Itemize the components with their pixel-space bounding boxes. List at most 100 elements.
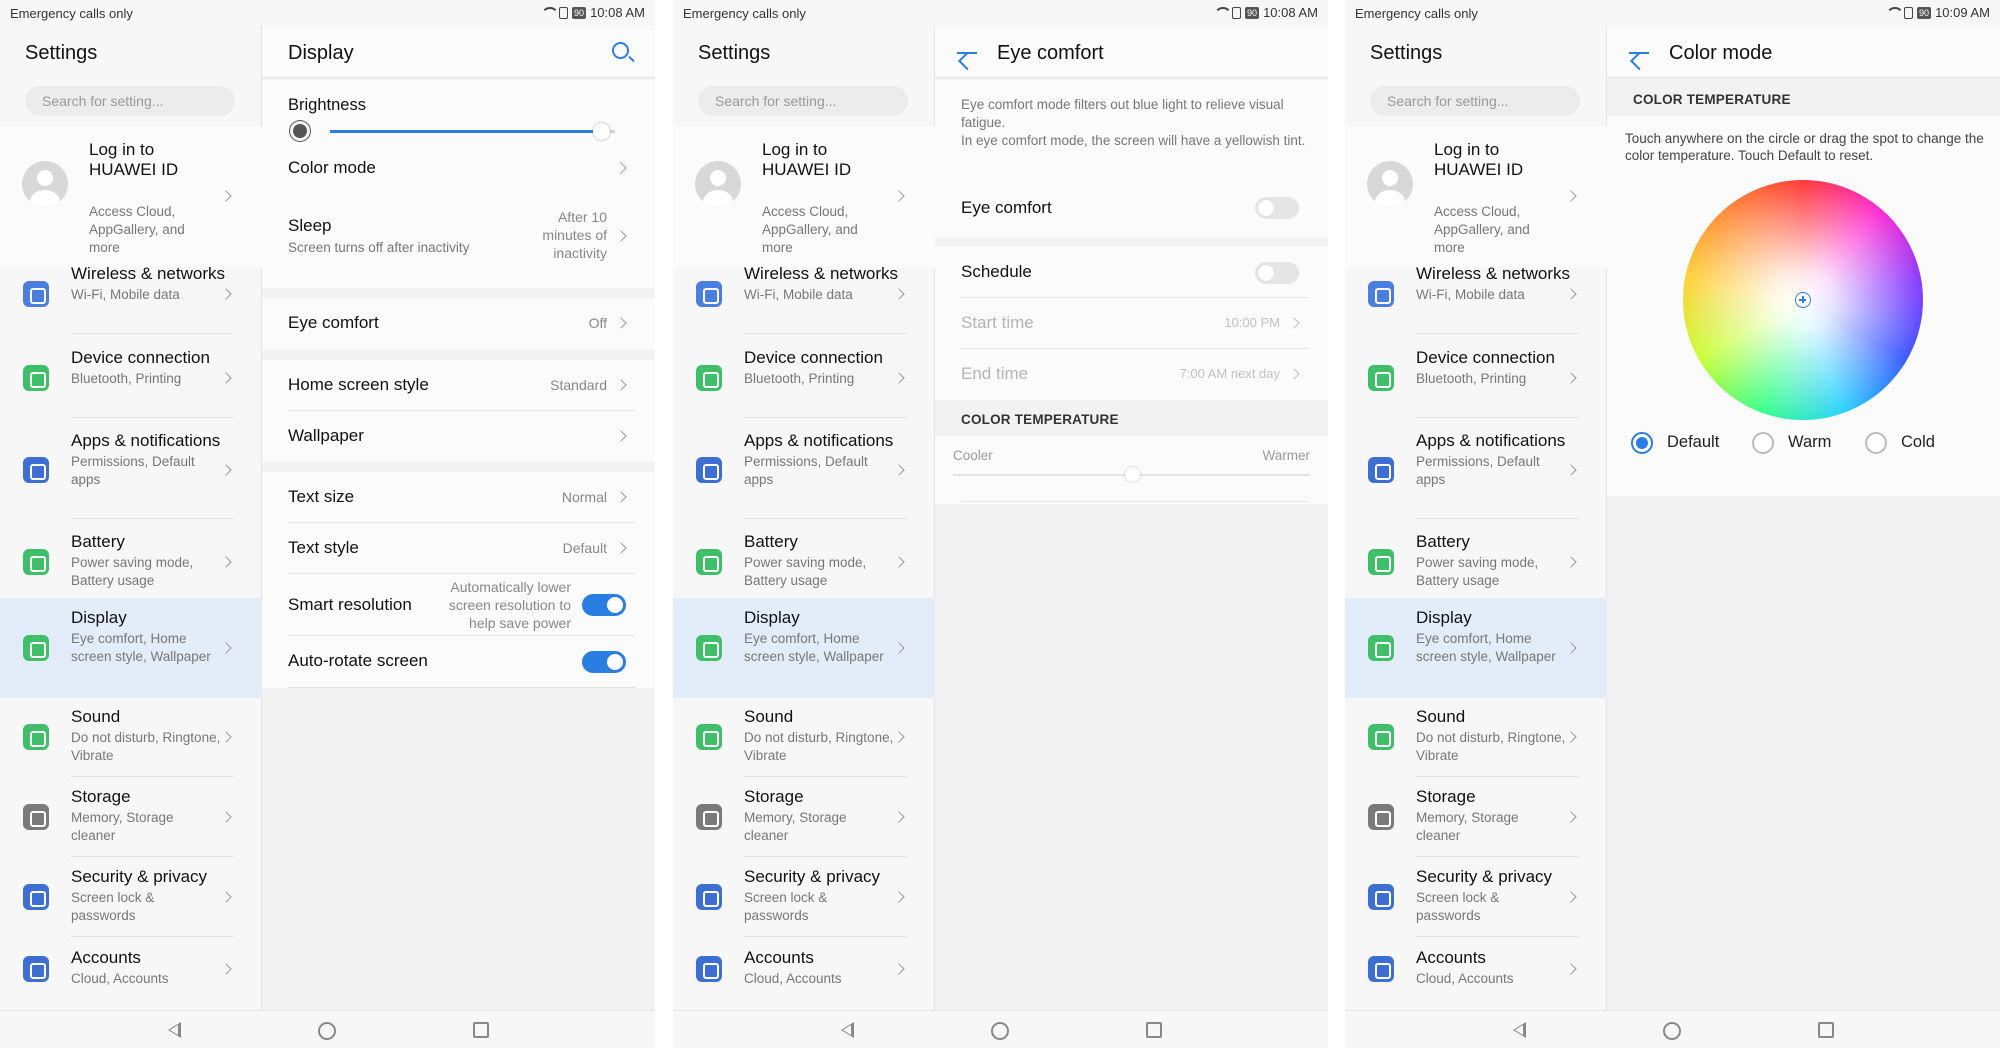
schedule-row[interactable]: Schedule <box>935 246 1328 298</box>
search-icon[interactable] <box>612 42 629 59</box>
huawei-id-login[interactable]: Log in to HUAWEI ID Access Cloud, AppGal… <box>0 126 262 268</box>
smart-resolution-row[interactable]: Smart resolution Automatically lower scr… <box>262 574 655 636</box>
auto-rotate-toggle[interactable] <box>582 651 626 673</box>
huawei-id-login[interactable]: Log in to HUAWEI ID Access Cloud, AppGal… <box>673 126 935 268</box>
sidebar-item-accounts[interactable]: Accounts Cloud, Accounts <box>673 938 935 1000</box>
sidebar-item-wireless-networks[interactable]: Wireless & networks Wi-Fi, Mobile data <box>1345 254 1607 334</box>
chevron-right-icon <box>1565 642 1577 654</box>
chevron-right-icon <box>220 811 232 823</box>
back-nav-icon[interactable] <box>1513 1022 1526 1038</box>
sidebar-item-device-connection[interactable]: Device connection Bluetooth, Printing <box>0 338 262 418</box>
cold-radio[interactable] <box>1865 432 1887 454</box>
chevron-right-icon <box>1565 190 1577 202</box>
brightness-slider-thumb[interactable] <box>592 123 610 140</box>
back-arrow-icon[interactable] <box>1629 52 1649 54</box>
sidebar-item-accounts[interactable]: Accounts Cloud, Accounts <box>0 938 262 1000</box>
chevron-right-icon <box>615 542 627 554</box>
color-temperature-wheel[interactable] <box>1683 180 1923 420</box>
sidebar-item-title: Display <box>744 608 800 627</box>
home-nav-icon[interactable] <box>991 1022 1009 1040</box>
display-icon <box>1368 635 1394 661</box>
home-nav-icon[interactable] <box>318 1022 336 1040</box>
chevron-right-icon <box>893 556 905 568</box>
sidebar-item-apps-notifications[interactable]: Apps & notifications Permissions, Default… <box>673 421 935 519</box>
brightness-slider[interactable] <box>330 123 615 140</box>
display-group-3: Home screen style Standard Wallpaper <box>262 360 655 462</box>
sound-icon <box>696 724 722 750</box>
sidebar-item-display[interactable]: Display Eye comfort, Home screen style, W… <box>673 598 935 698</box>
settings-title: Settings <box>25 42 98 64</box>
sidebar-item-display[interactable]: Display Eye comfort, Home screen style, W… <box>1345 598 1607 698</box>
sleep-row[interactable]: Sleep Screen turns off after inactivity … <box>262 194 655 286</box>
sidebar-item-battery[interactable]: Battery Power saving mode, Battery usage <box>1345 522 1607 602</box>
settings-sidebar: Settings Search for setting... Log in to… <box>0 26 262 1010</box>
search-input[interactable]: Search for setting... <box>1370 86 1580 116</box>
login-title: Log in to HUAWEI ID <box>89 140 179 179</box>
settings-sidebar: Settings Search for setting... Log in to… <box>673 26 935 1010</box>
sidebar-item-display[interactable]: Display Eye comfort, Home screen style, W… <box>0 598 262 698</box>
color-mode-row[interactable]: Color mode <box>262 144 655 194</box>
sidebar-item-device-connection[interactable]: Device connection Bluetooth, Printing <box>673 338 935 418</box>
sidebar-item-apps-notifications[interactable]: Apps & notifications Permissions, Default… <box>0 421 262 519</box>
back-arrow-icon[interactable] <box>957 52 977 54</box>
back-nav-icon[interactable] <box>841 1022 854 1038</box>
chevron-right-icon <box>615 162 627 174</box>
wallpaper-row[interactable]: Wallpaper <box>262 411 655 462</box>
text-style-row[interactable]: Text style Default <box>262 523 655 574</box>
sidebar-item-accounts[interactable]: Accounts Cloud, Accounts <box>1345 938 1607 1000</box>
wifi-status-icon <box>1886 6 1905 19</box>
sidebar-item-subtitle: Power saving mode, Battery usage <box>71 555 194 588</box>
eye-comfort-toggle[interactable] <box>1255 197 1299 219</box>
sidebar-item-security-privacy[interactable]: Security & privacy Screen lock & password… <box>673 857 935 937</box>
recents-nav-icon[interactable] <box>1146 1022 1162 1038</box>
search-input[interactable]: Search for setting... <box>25 86 235 116</box>
color-picker-spot[interactable] <box>1795 292 1811 308</box>
chevron-right-icon <box>220 556 232 568</box>
sidebar-item-battery[interactable]: Battery Power saving mode, Battery usage <box>673 522 935 602</box>
chevron-right-icon <box>220 190 232 202</box>
sidebar-item-battery[interactable]: Battery Power saving mode, Battery usage <box>0 522 262 602</box>
sidebar-item-sound[interactable]: Sound Do not disturb, Ringtone, Vibrate <box>673 697 935 777</box>
eye-comfort-row[interactable]: Eye comfort Off <box>262 298 655 350</box>
chevron-right-icon <box>1288 317 1300 329</box>
search-input[interactable]: Search for setting... <box>698 86 908 116</box>
smart-resolution-toggle[interactable] <box>582 594 626 616</box>
auto-rotate-row[interactable]: Auto-rotate screen <box>262 636 655 688</box>
sidebar-item-title: Accounts <box>744 948 814 967</box>
login-subtitle: Access Cloud, AppGallery, and more <box>89 204 185 255</box>
avatar <box>1367 161 1413 207</box>
huawei-id-login[interactable]: Log in to HUAWEI ID Access Cloud, AppGal… <box>1345 126 1607 268</box>
sidebar-item-wireless-networks[interactable]: Wireless & networks Wi-Fi, Mobile data <box>0 254 262 334</box>
recents-nav-icon[interactable] <box>1818 1022 1834 1038</box>
sidebar-item-storage[interactable]: Storage Memory, Storage cleaner <box>0 777 262 857</box>
eye-comfort-toggle-row[interactable]: Eye comfort <box>935 180 1328 236</box>
carrier-text: Emergency calls only <box>10 6 133 21</box>
sidebar-item-security-privacy[interactable]: Security & privacy Screen lock & password… <box>0 857 262 937</box>
sidebar-item-title: Apps & notifications <box>744 431 894 450</box>
schedule-toggle[interactable] <box>1255 262 1299 284</box>
avatar <box>695 161 741 207</box>
warm-radio[interactable] <box>1752 432 1774 454</box>
sidebar-item-apps-notifications[interactable]: Apps & notifications Permissions, Default… <box>1345 421 1607 519</box>
sidebar-item-sound[interactable]: Sound Do not disturb, Ringtone, Vibrate <box>1345 697 1607 777</box>
clock: 10:08 AM <box>590 5 645 20</box>
color-wheel-hint: Touch anywhere on the circle or drag the… <box>1625 131 1984 163</box>
back-nav-icon[interactable] <box>168 1022 181 1038</box>
default-radio[interactable] <box>1631 432 1653 454</box>
recents-nav-icon[interactable] <box>473 1022 489 1038</box>
sidebar-item-wireless-networks[interactable]: Wireless & networks Wi-Fi, Mobile data <box>673 254 935 334</box>
sidebar-item-storage[interactable]: Storage Memory, Storage cleaner <box>1345 777 1607 857</box>
chevron-right-icon <box>893 731 905 743</box>
home-screen-style-row[interactable]: Home screen style Standard <box>262 360 655 411</box>
page-title: Eye comfort <box>997 42 1104 64</box>
text-size-row[interactable]: Text size Normal <box>262 472 655 523</box>
sim-icon <box>1904 6 1914 19</box>
sidebar-item-device-connection[interactable]: Device connection Bluetooth, Printing <box>1345 338 1607 418</box>
chevron-right-icon <box>220 288 232 300</box>
smart-resolution-label: Smart resolution <box>288 595 412 614</box>
device-connection-icon <box>696 365 722 391</box>
home-nav-icon[interactable] <box>1663 1022 1681 1040</box>
sidebar-item-storage[interactable]: Storage Memory, Storage cleaner <box>673 777 935 857</box>
sidebar-item-sound[interactable]: Sound Do not disturb, Ringtone, Vibrate <box>0 697 262 777</box>
sidebar-item-security-privacy[interactable]: Security & privacy Screen lock & password… <box>1345 857 1607 937</box>
